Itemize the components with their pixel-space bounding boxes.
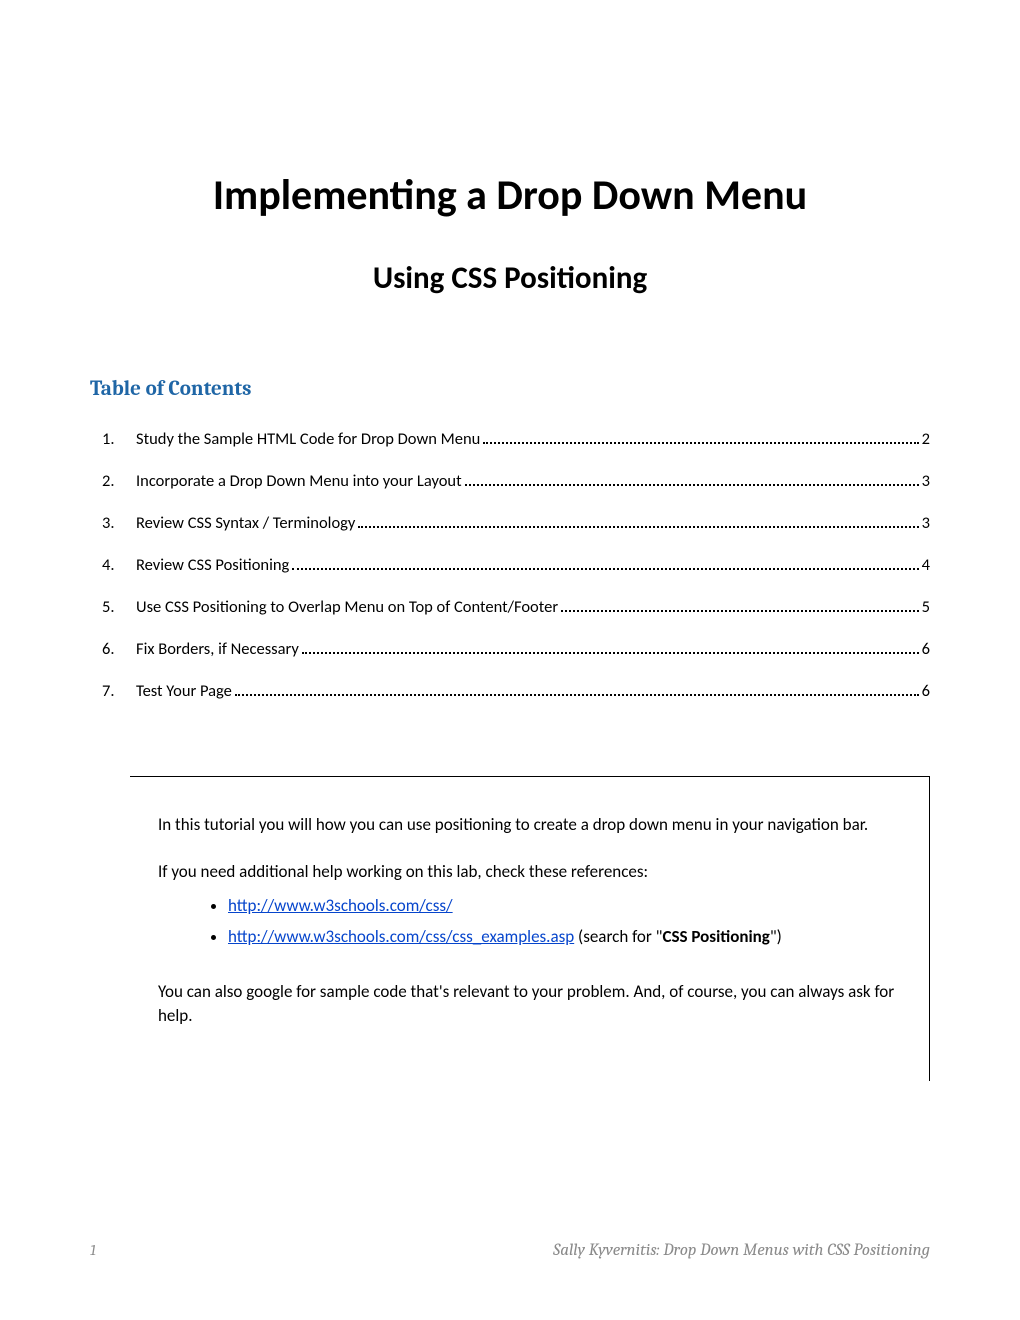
list-item: http://www.w3schools.com/css/css_example… xyxy=(228,925,901,950)
document-title: Implementing a Drop Down Menu xyxy=(90,170,930,221)
toc-item[interactable]: 6. Fix Borders, if Necessary 6 xyxy=(90,639,930,659)
toc-leader xyxy=(235,681,919,696)
help-lead: If you need additional help working on t… xyxy=(158,860,901,885)
toc-number: 2. xyxy=(102,471,136,491)
toc-item[interactable]: 2. Incorporate a Drop Down Menu into you… xyxy=(90,471,930,491)
toc-page: 6 xyxy=(922,639,930,659)
bold-term: CSS Positioning xyxy=(662,926,769,947)
reference-link[interactable]: http://www.w3schools.com/css/ xyxy=(228,895,453,916)
info-box: In this tutorial you will how you can us… xyxy=(130,776,930,1081)
toc-leader xyxy=(302,639,919,654)
toc-page: 4 xyxy=(922,555,930,575)
toc-leader xyxy=(358,513,918,528)
toc-number: 4. xyxy=(102,555,136,575)
toc-item[interactable]: 4. Review CSS Positioning 4 xyxy=(90,555,930,575)
toc-item[interactable]: 5. Use CSS Positioning to Overlap Menu o… xyxy=(90,597,930,617)
toc-page: 2 xyxy=(922,429,930,449)
toc-label: Incorporate a Drop Down Menu into your L… xyxy=(136,471,462,491)
toc-item[interactable]: 7. Test Your Page 6 xyxy=(90,681,930,701)
document-subtitle: Using CSS Positioning xyxy=(90,259,930,297)
toc-label: Use CSS Positioning to Overlap Menu on T… xyxy=(136,597,558,617)
toc-number: 5. xyxy=(102,597,136,617)
table-of-contents: 1. Study the Sample HTML Code for Drop D… xyxy=(90,429,930,701)
toc-leader xyxy=(465,471,919,486)
toc-leader xyxy=(292,555,918,570)
page-number: 1 xyxy=(90,1241,96,1259)
toc-leader xyxy=(561,597,919,612)
toc-heading: Table of Contents xyxy=(90,377,930,401)
toc-number: 1. xyxy=(102,429,136,449)
toc-page: 6 xyxy=(922,681,930,701)
toc-number: 6. xyxy=(102,639,136,659)
toc-item[interactable]: 3. Review CSS Syntax / Terminology 3 xyxy=(90,513,930,533)
toc-page: 5 xyxy=(922,597,930,617)
page-footer: 1 Sally Kyvernitis: Drop Down Menus with… xyxy=(90,1241,930,1260)
link-suffix: ") xyxy=(770,926,782,947)
outro-paragraph: You can also google for sample code that… xyxy=(158,980,901,1029)
reference-list: http://www.w3schools.com/css/ http://www… xyxy=(158,894,901,949)
toc-leader xyxy=(483,429,918,444)
toc-label: Study the Sample HTML Code for Drop Down… xyxy=(136,429,480,449)
toc-page: 3 xyxy=(922,513,930,533)
list-item: http://www.w3schools.com/css/ xyxy=(228,894,901,919)
intro-paragraph: In this tutorial you will how you can us… xyxy=(158,813,901,838)
footer-text: Sally Kyvernitis: Drop Down Menus with C… xyxy=(553,1241,930,1260)
toc-page: 3 xyxy=(922,471,930,491)
toc-number: 3. xyxy=(102,513,136,533)
toc-label: Fix Borders, if Necessary xyxy=(136,639,299,659)
link-suffix: (search for " xyxy=(574,926,662,947)
toc-label: Review CSS Syntax / Terminology xyxy=(136,513,355,533)
toc-item[interactable]: 1. Study the Sample HTML Code for Drop D… xyxy=(90,429,930,449)
toc-number: 7. xyxy=(102,681,136,701)
toc-label: Review CSS Positioning xyxy=(136,555,289,575)
reference-link[interactable]: http://www.w3schools.com/css/css_example… xyxy=(228,926,574,947)
toc-label: Test Your Page xyxy=(136,681,232,701)
